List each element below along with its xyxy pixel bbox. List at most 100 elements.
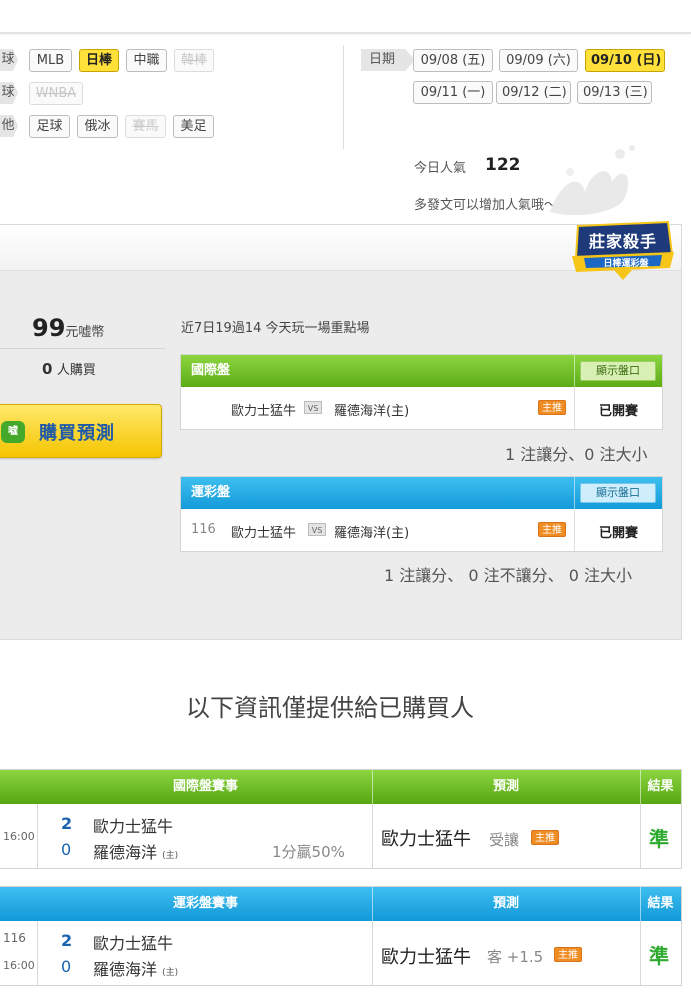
- top-bar: [0, 0, 691, 34]
- buy-prediction-button[interactable]: 嘘 購買預測: [0, 404, 162, 458]
- col-prediction: 預測: [492, 896, 519, 911]
- col-match: 運彩盤賽事: [172, 896, 238, 911]
- buyers-count: 0: [42, 360, 53, 378]
- chip-kbo: 韓棒: [174, 49, 214, 72]
- buyers-block: 0 人購買: [42, 359, 96, 378]
- vs-icon: VS: [308, 523, 326, 536]
- sports-table-header: 運彩盤賽事 預測 結果: [0, 887, 681, 921]
- col-result: 結果: [647, 779, 674, 794]
- buyers-suffix: 人購買: [56, 363, 96, 378]
- game-status: 已開賽: [599, 526, 639, 541]
- cell-divider: [37, 804, 38, 868]
- table-row: 116 16:00 2 歐力士猛牛 0 羅德海洋 (主) 歐力士猛牛 客 +1.…: [0, 921, 681, 985]
- result-hit: 準: [649, 827, 669, 851]
- col-match: 國際盤賽事: [172, 779, 238, 794]
- home-team: 羅德海洋(主): [334, 526, 410, 541]
- prediction-team: 歐力士猛牛: [381, 947, 471, 968]
- home-team-cell: 羅德海洋 (主): [93, 956, 178, 980]
- chip-cpbl[interactable]: 中職: [126, 49, 167, 72]
- intl-show-odds-button[interactable]: 顯示盤口: [580, 361, 656, 381]
- chip-nfl[interactable]: 美足: [173, 115, 214, 138]
- sports-show-odds-button[interactable]: 顯示盤口: [580, 483, 656, 503]
- chip-mlb[interactable]: MLB: [29, 49, 72, 72]
- prediction-type: 客 +1.5: [487, 948, 544, 966]
- date-0909[interactable]: 09/09 (六): [499, 49, 578, 72]
- col-prediction: 預測: [492, 779, 519, 794]
- result-hit: 準: [649, 944, 669, 968]
- home-mark: (主): [162, 968, 179, 978]
- intl-panel: 國際盤 顯示盤口 歐力士猛牛 VS 羅德海洋(主) 主推 已開賽: [180, 354, 663, 430]
- home-team: 羅德海洋: [93, 960, 158, 979]
- cell-divider: [372, 804, 373, 868]
- intl-pick-count: 1 注讓分、0 注大小: [505, 445, 648, 464]
- category-tab-other[interactable]: 他: [0, 115, 18, 137]
- cell-divider: [372, 921, 373, 985]
- prediction-type: 受讓: [489, 831, 520, 849]
- header-separator: [574, 355, 575, 387]
- sports-panel: 運彩盤 顯示盤口 116 歐力士猛牛 VS 羅德海洋(主) 主推 已開賽: [180, 476, 663, 552]
- header-separator: [574, 477, 575, 509]
- chip-soccer[interactable]: 足球: [29, 115, 70, 138]
- game-time: 16:00: [3, 830, 35, 843]
- prediction-team: 歐力士猛牛: [381, 829, 471, 850]
- intl-game-row: 歐力士猛牛 VS 羅德海洋(主) 主推 已開賽: [181, 387, 662, 429]
- sports-panel-title: 運彩盤: [191, 485, 231, 500]
- badge-title: 莊家殺手: [588, 232, 657, 251]
- intl-table-header: 國際盤賽事 預測 結果: [0, 770, 681, 804]
- home-team: 羅德海洋: [93, 843, 158, 862]
- chip-npb[interactable]: 日棒: [79, 49, 119, 72]
- date-0908[interactable]: 09/08 (五): [413, 49, 493, 72]
- main-pick-tag: 主推: [554, 947, 582, 962]
- main-pick-tag: 主推: [538, 522, 566, 537]
- intl-results-table: 國際盤賽事 預測 結果 16:00 2 歐力士猛牛 0 羅德海洋 (主) 1分贏…: [0, 769, 682, 869]
- chip-khl[interactable]: 俄冰: [77, 115, 118, 138]
- home-team: 羅德海洋(主): [334, 404, 410, 419]
- date-0911[interactable]: 09/11 (一): [413, 81, 493, 104]
- chip-wnba: WNBA: [29, 82, 83, 105]
- cell-divider: [37, 921, 38, 985]
- record-text: 近7日19過14 今天玩一場重點場: [181, 321, 370, 336]
- chip-horse-racing: 賽馬: [125, 115, 166, 138]
- date-0913[interactable]: 09/13 (三): [577, 81, 652, 104]
- cell-divider: [640, 921, 641, 985]
- away-team: 歐力士猛牛: [93, 934, 174, 953]
- category-tab-basketball[interactable]: 球: [0, 82, 18, 104]
- date-label: 日期: [361, 49, 416, 71]
- category-tab-ball[interactable]: 球: [0, 49, 18, 71]
- date-0910[interactable]: 09/10 (日): [585, 49, 665, 72]
- price-divider: [0, 348, 165, 349]
- away-score: 2: [61, 814, 73, 833]
- splash-decoration-icon: [550, 145, 635, 216]
- badge-subtitle: 日棒運彩盤: [603, 259, 649, 269]
- home-score: 0: [61, 957, 72, 976]
- coin-icon: 嘘: [1, 421, 25, 443]
- game-number: 116: [191, 522, 216, 537]
- away-team: 歐力士猛牛: [93, 817, 174, 836]
- price-block: 99元嘘幣: [32, 314, 104, 342]
- sports-pick-count: 1 注讓分、 0 注不讓分、 0 注大小: [384, 566, 632, 585]
- main-pick-tag: 主推: [531, 830, 559, 845]
- intl-panel-header: 國際盤 顯示盤口: [181, 355, 662, 387]
- cell-divider: [640, 804, 641, 868]
- row-separator: [574, 387, 575, 429]
- table-row: 16:00 2 歐力士猛牛 0 羅德海洋 (主) 1分贏50% 歐力士猛牛 受讓…: [0, 804, 681, 868]
- price-unit: 元嘘幣: [65, 325, 105, 340]
- vs-icon: VS: [304, 401, 322, 414]
- row-separator: [574, 509, 575, 551]
- home-mark: (主): [162, 851, 179, 861]
- away-team: 歐力士猛牛: [231, 404, 297, 419]
- away-team: 歐力士猛牛: [231, 526, 297, 541]
- game-status: 已開賽: [599, 404, 639, 419]
- sports-panel-header: 運彩盤 顯示盤口: [181, 477, 662, 509]
- game-number: 116: [3, 931, 26, 945]
- popularity-tip: 多發文可以增加人氣哦～: [414, 198, 558, 213]
- popularity-value: 122: [485, 155, 521, 175]
- away-score: 2: [61, 931, 73, 950]
- date-0912[interactable]: 09/12 (二): [496, 81, 571, 104]
- col-result: 結果: [647, 896, 674, 911]
- spread-result: 1分贏50%: [272, 843, 345, 861]
- main-pick-tag: 主推: [538, 400, 566, 415]
- home-score: 0: [61, 840, 72, 859]
- buy-button-label: 購買預測: [39, 423, 115, 444]
- sports-game-row: 116 歐力士猛牛 VS 羅德海洋(主) 主推 已開賽: [181, 509, 662, 551]
